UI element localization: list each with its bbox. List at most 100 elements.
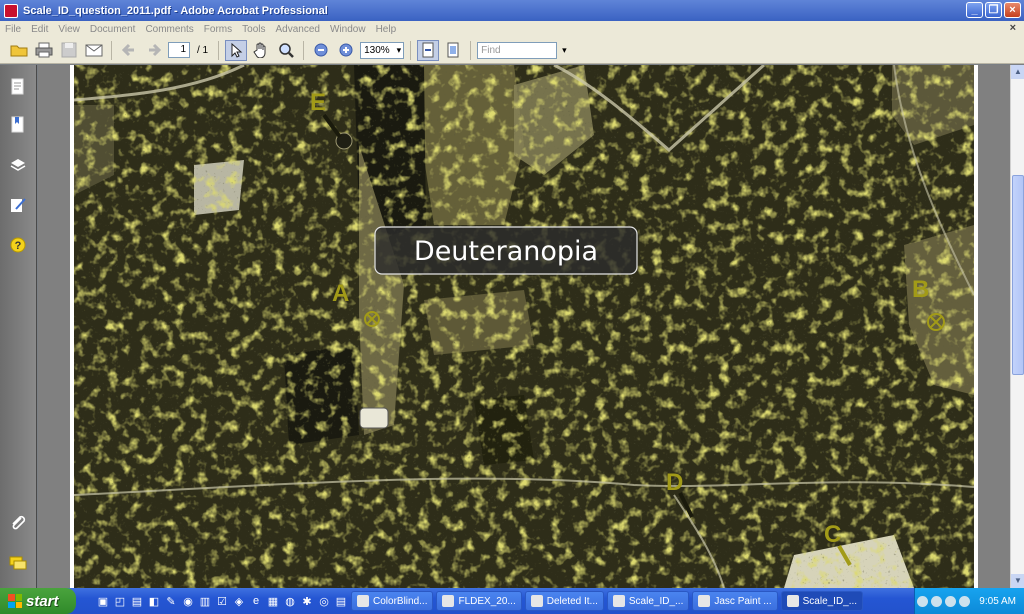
marker-d: D [666,469,683,496]
scroll-up-icon[interactable]: ▲ [1011,65,1024,79]
menu-view[interactable]: View [58,24,80,35]
signatures-icon[interactable] [8,195,28,215]
quicklaunch-icon[interactable]: ✎ [164,594,178,608]
menu-file[interactable]: File [5,24,21,35]
pdf-page: E A B D C Deuteranopia [70,65,978,588]
menu-advanced[interactable]: Advanced [276,24,320,35]
print-icon[interactable] [33,40,55,61]
taskbar-button-label: Scale_ID_... [802,595,858,607]
taskbar-button[interactable]: Scale_ID_... [606,591,690,611]
tray-icon[interactable] [931,595,943,607]
attachments-icon[interactable] [8,513,28,533]
page-number-input[interactable]: 1 [168,42,190,58]
folder-icon[interactable]: ▤ [334,594,348,608]
pages-icon[interactable] [8,77,28,97]
close-document-button[interactable]: × [1010,22,1016,34]
hand-tool-icon[interactable] [250,40,272,61]
marker-c: C [824,521,841,548]
taskbar-button[interactable]: FLDEX_20... [436,591,522,611]
quicklaunch-icon[interactable]: ▦ [266,594,280,608]
browser-icon [612,595,625,607]
quicklaunch-icon[interactable]: ◧ [147,594,161,608]
help-icon[interactable]: ? [8,235,28,255]
volume-icon[interactable] [959,595,971,607]
previous-page-icon[interactable] [118,40,140,61]
document-view[interactable]: E A B D C Deuteranopia [38,65,1010,588]
marker-e: E [310,89,326,116]
menu-bar: File Edit View Document Comments Forms T… [0,21,1024,37]
menu-help[interactable]: Help [376,24,397,35]
marker-b: B [912,276,929,303]
menu-forms[interactable]: Forms [204,24,232,35]
title-bar: Scale_ID_question_2011.pdf - Adobe Acrob… [0,0,1024,21]
system-tray: 9:05 AM [914,588,1024,614]
taskbar-button[interactable]: Deleted It... [524,591,604,611]
scroll-down-icon[interactable]: ▼ [1011,574,1024,588]
taskbar-button[interactable]: ColorBlind... [351,591,434,611]
tray-icon[interactable] [917,595,929,607]
email-icon[interactable] [83,40,105,61]
find-options-arrow[interactable]: ▾ [562,45,567,56]
toolbar-separator [111,40,112,60]
zoom-tool-icon[interactable] [275,40,297,61]
quicklaunch-icon[interactable]: ◍ [283,594,297,608]
next-page-icon[interactable] [143,40,165,61]
comments-icon[interactable] [8,553,28,573]
close-button[interactable]: × [1004,2,1021,18]
vertical-scrollbar[interactable]: ▲ ▼ [1010,65,1024,588]
zoom-level-select[interactable]: 130% [360,41,405,59]
menu-edit[interactable]: Edit [31,24,48,35]
scroll-thumb[interactable] [1012,175,1024,375]
restore-button[interactable]: ❐ [985,2,1002,18]
menu-window[interactable]: Window [330,24,366,35]
quicklaunch-icon[interactable]: ✱ [300,594,314,608]
taskbar-button-label: Scale_ID_... [628,595,684,607]
menu-document[interactable]: Document [90,24,136,35]
quicklaunch-icon[interactable]: ☑ [215,594,229,608]
fit-page-icon[interactable] [442,40,464,61]
svg-text:?: ? [15,240,22,252]
taskbar-button-label: ColorBlind... [373,595,428,607]
folder-icon[interactable]: ▤ [130,594,144,608]
menu-comments[interactable]: Comments [145,24,193,35]
taskbar: start ▣ ◰ ▤ ◧ ✎ ◉ ▥ ☑ ◈ e ▦ ◍ ✱ ◎ ▤ Colo… [0,588,1024,614]
taskbar-button-active[interactable]: Scale_ID_... [780,591,864,611]
open-icon[interactable] [8,40,30,61]
toolbar-separator [470,40,472,60]
toolbar-separator [303,40,305,60]
bookmarks-icon[interactable] [8,115,28,135]
fit-width-icon[interactable] [417,39,440,61]
minimize-button[interactable]: _ [966,2,983,18]
quicklaunch-icon[interactable]: ▥ [198,594,212,608]
menu-tools[interactable]: Tools [242,24,265,35]
layers-icon[interactable] [8,155,28,175]
zoom-out-icon[interactable] [310,40,332,61]
page-total: / 1 [197,44,209,56]
folder-icon [357,595,369,607]
select-tool-icon[interactable] [225,39,248,61]
toolbar-separator [218,40,220,60]
clock: 9:05 AM [979,595,1016,607]
start-button[interactable]: start [0,588,76,614]
taskbar-button-label: Deleted It... [546,595,598,607]
acrobat-icon [4,3,18,18]
quicklaunch-icon[interactable]: ▣ [96,594,110,608]
quicklaunch-icon[interactable]: ◎ [317,594,331,608]
mail-icon [530,595,543,607]
quicklaunch-icon[interactable]: ◉ [181,594,195,608]
quicklaunch-icon[interactable]: ◰ [113,594,127,608]
zoom-in-icon[interactable] [335,40,357,61]
deuteranopia-label: Deuteranopia [414,236,598,267]
taskbar-button[interactable]: Jasc Paint ... [692,591,778,611]
save-icon[interactable] [58,40,80,61]
tray-icon[interactable] [945,595,957,607]
taskbar-button-label: FLDEX_20... [458,595,516,607]
taskbar-button-label: Jasc Paint ... [714,595,772,607]
aerial-photo: E A B D C Deuteranopia [74,65,974,588]
quicklaunch-icon[interactable]: ◈ [232,594,246,608]
paint-icon [698,595,711,607]
browser-icon[interactable]: e [249,594,263,608]
toolbar: 1 / 1 130% Find ▾ [0,37,1024,64]
find-input[interactable]: Find [477,41,558,59]
navigation-panel: ? [0,65,37,588]
